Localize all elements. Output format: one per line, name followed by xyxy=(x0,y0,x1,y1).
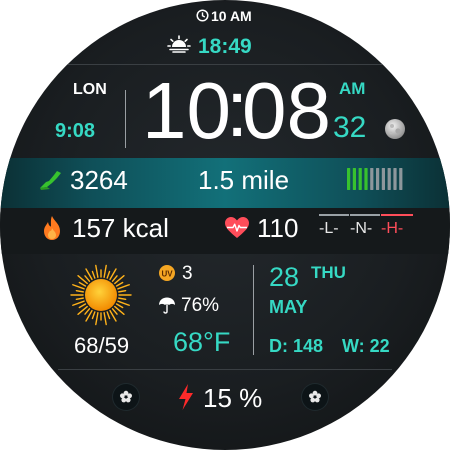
sun-ray xyxy=(84,308,91,315)
sun-ray xyxy=(78,281,87,287)
level-bar-lit xyxy=(352,168,356,190)
battery-level: 15 % xyxy=(203,383,263,413)
divider-bottom xyxy=(58,369,392,370)
am-pm: AM xyxy=(339,79,366,98)
hr-zone-normal: -N- xyxy=(350,214,380,238)
steps-value: 3264 xyxy=(70,165,128,195)
status-time: 10 AM xyxy=(211,8,252,24)
level-bar-lit xyxy=(347,168,351,190)
watch-face: 10 AM 18:49 LON 9:08 10 : 08 AM 32 3264 … xyxy=(0,0,450,450)
right-complication-button[interactable] xyxy=(302,384,328,410)
sun-ray xyxy=(106,311,111,320)
sun-ray xyxy=(111,275,118,282)
clock-seconds: 32 xyxy=(333,111,367,144)
level-bar-unlit xyxy=(399,168,403,190)
sun-ray xyxy=(111,308,118,315)
sun-ray xyxy=(103,264,107,278)
clock-divider xyxy=(125,90,126,148)
clock-icon xyxy=(196,9,209,22)
flame-icon xyxy=(44,216,60,240)
level-bar-lit xyxy=(364,168,368,190)
level-bar-lit xyxy=(358,168,362,190)
weather-date-divider xyxy=(253,265,254,355)
uv-index: 3 xyxy=(182,263,193,284)
fan-icon xyxy=(309,390,321,403)
sun-ray xyxy=(72,284,85,290)
sun-ray xyxy=(91,270,96,279)
left-complication-button[interactable] xyxy=(113,384,139,410)
clock-hours: 10 xyxy=(142,66,231,155)
sun-icon xyxy=(70,264,132,326)
sun-ray xyxy=(103,312,107,326)
uv-icon: UV xyxy=(159,265,175,281)
calories-value: 157 kcal xyxy=(72,213,169,243)
sun-ray xyxy=(118,297,127,301)
rain-chance: 76% xyxy=(181,295,220,316)
fan-icon xyxy=(120,390,132,403)
sun-ray xyxy=(72,300,85,306)
sun-ray xyxy=(95,312,99,326)
distance-value: 1.5 mile xyxy=(198,165,290,195)
level-bars xyxy=(347,168,403,190)
sun-ray xyxy=(117,284,130,290)
date-day: 28 xyxy=(269,262,300,292)
sunrise-time: 18:49 xyxy=(198,35,252,58)
sun-ray xyxy=(115,303,124,309)
divider-top xyxy=(40,64,410,65)
sun-ray xyxy=(115,281,124,287)
sun-ray xyxy=(95,264,99,278)
sun-ray xyxy=(91,311,96,320)
level-bar-unlit xyxy=(370,168,374,190)
world-city: LON xyxy=(73,81,107,98)
hr-zone-low: -L- xyxy=(319,214,349,238)
temp-hi-lo: 68/59 xyxy=(74,333,130,358)
moon-icon xyxy=(385,119,405,139)
level-bar-unlit xyxy=(376,168,380,190)
level-bar-unlit xyxy=(393,168,397,190)
svg-text:UV: UV xyxy=(161,269,173,278)
world-time: 9:08 xyxy=(55,120,96,142)
heart-rate-value: 110 xyxy=(257,213,299,243)
heart-rate-icon xyxy=(225,217,249,238)
sun-ray xyxy=(117,300,130,306)
sunrise-icon xyxy=(167,35,191,53)
umbrella-icon xyxy=(159,297,175,314)
hr-zone-high: -H- xyxy=(381,214,413,238)
day-of-year: D: 148 xyxy=(269,336,324,356)
current-temp: 68°F xyxy=(173,327,231,357)
sun-ray xyxy=(75,297,84,301)
sun-ray xyxy=(75,289,84,293)
sun-ray xyxy=(118,289,127,293)
clock-minutes: 08 xyxy=(242,66,331,155)
date-weekday: THU xyxy=(311,263,346,282)
week-number: W: 22 xyxy=(342,336,390,356)
date-month: MAY xyxy=(269,297,308,317)
level-bar-unlit xyxy=(381,168,385,190)
shoe-icon xyxy=(40,171,61,190)
sun-ray xyxy=(78,303,87,309)
sun-ray xyxy=(106,270,111,279)
level-bar-unlit xyxy=(387,168,391,190)
bolt-icon xyxy=(179,384,193,410)
sun-ray xyxy=(84,275,91,282)
